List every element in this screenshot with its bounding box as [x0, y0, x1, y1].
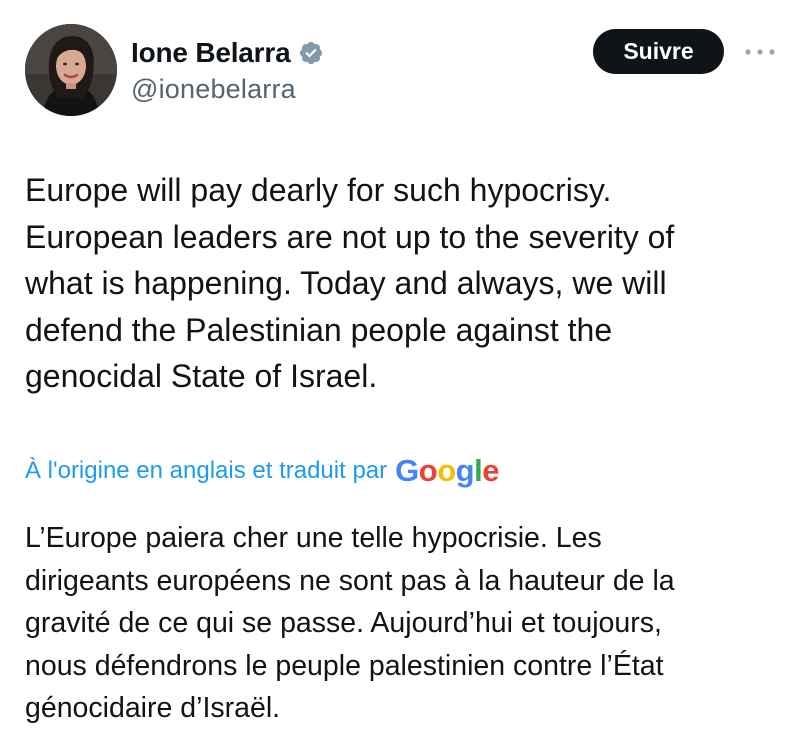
google-letter: o: [418, 453, 438, 488]
translated-text: L’Europe paiera cher une telle hypocrisi…: [25, 522, 675, 724]
translation-attribution: À l'origine en anglais et traduit par Go…: [25, 447, 499, 495]
more-horizontal-icon[interactable]: [743, 44, 777, 60]
avatar-image: [25, 24, 117, 116]
google-letter: e: [482, 453, 499, 488]
user-handle[interactable]: @ionebelarra: [131, 74, 324, 105]
translation-label[interactable]: À l'origine en anglais et traduit par: [25, 457, 387, 485]
display-name[interactable]: Ione Belarra: [131, 37, 291, 69]
google-letter: o: [437, 453, 456, 488]
google-letter: G: [395, 453, 419, 488]
author-info: Ione Belarra @ionebelarra: [131, 36, 324, 105]
google-letter: g: [455, 453, 475, 488]
google-logo-icon: Google: [395, 453, 499, 489]
avatar[interactable]: [25, 24, 117, 116]
display-name-row: Ione Belarra: [131, 36, 324, 70]
google-letter: l: [474, 453, 483, 488]
follow-button[interactable]: Suivre: [593, 29, 724, 74]
tweet-text: Europe will pay dearly for such hypocris…: [25, 172, 675, 394]
tweet-header: Ione Belarra @ionebelarra Suivre: [25, 24, 775, 116]
verified-badge-icon[interactable]: [298, 40, 324, 66]
